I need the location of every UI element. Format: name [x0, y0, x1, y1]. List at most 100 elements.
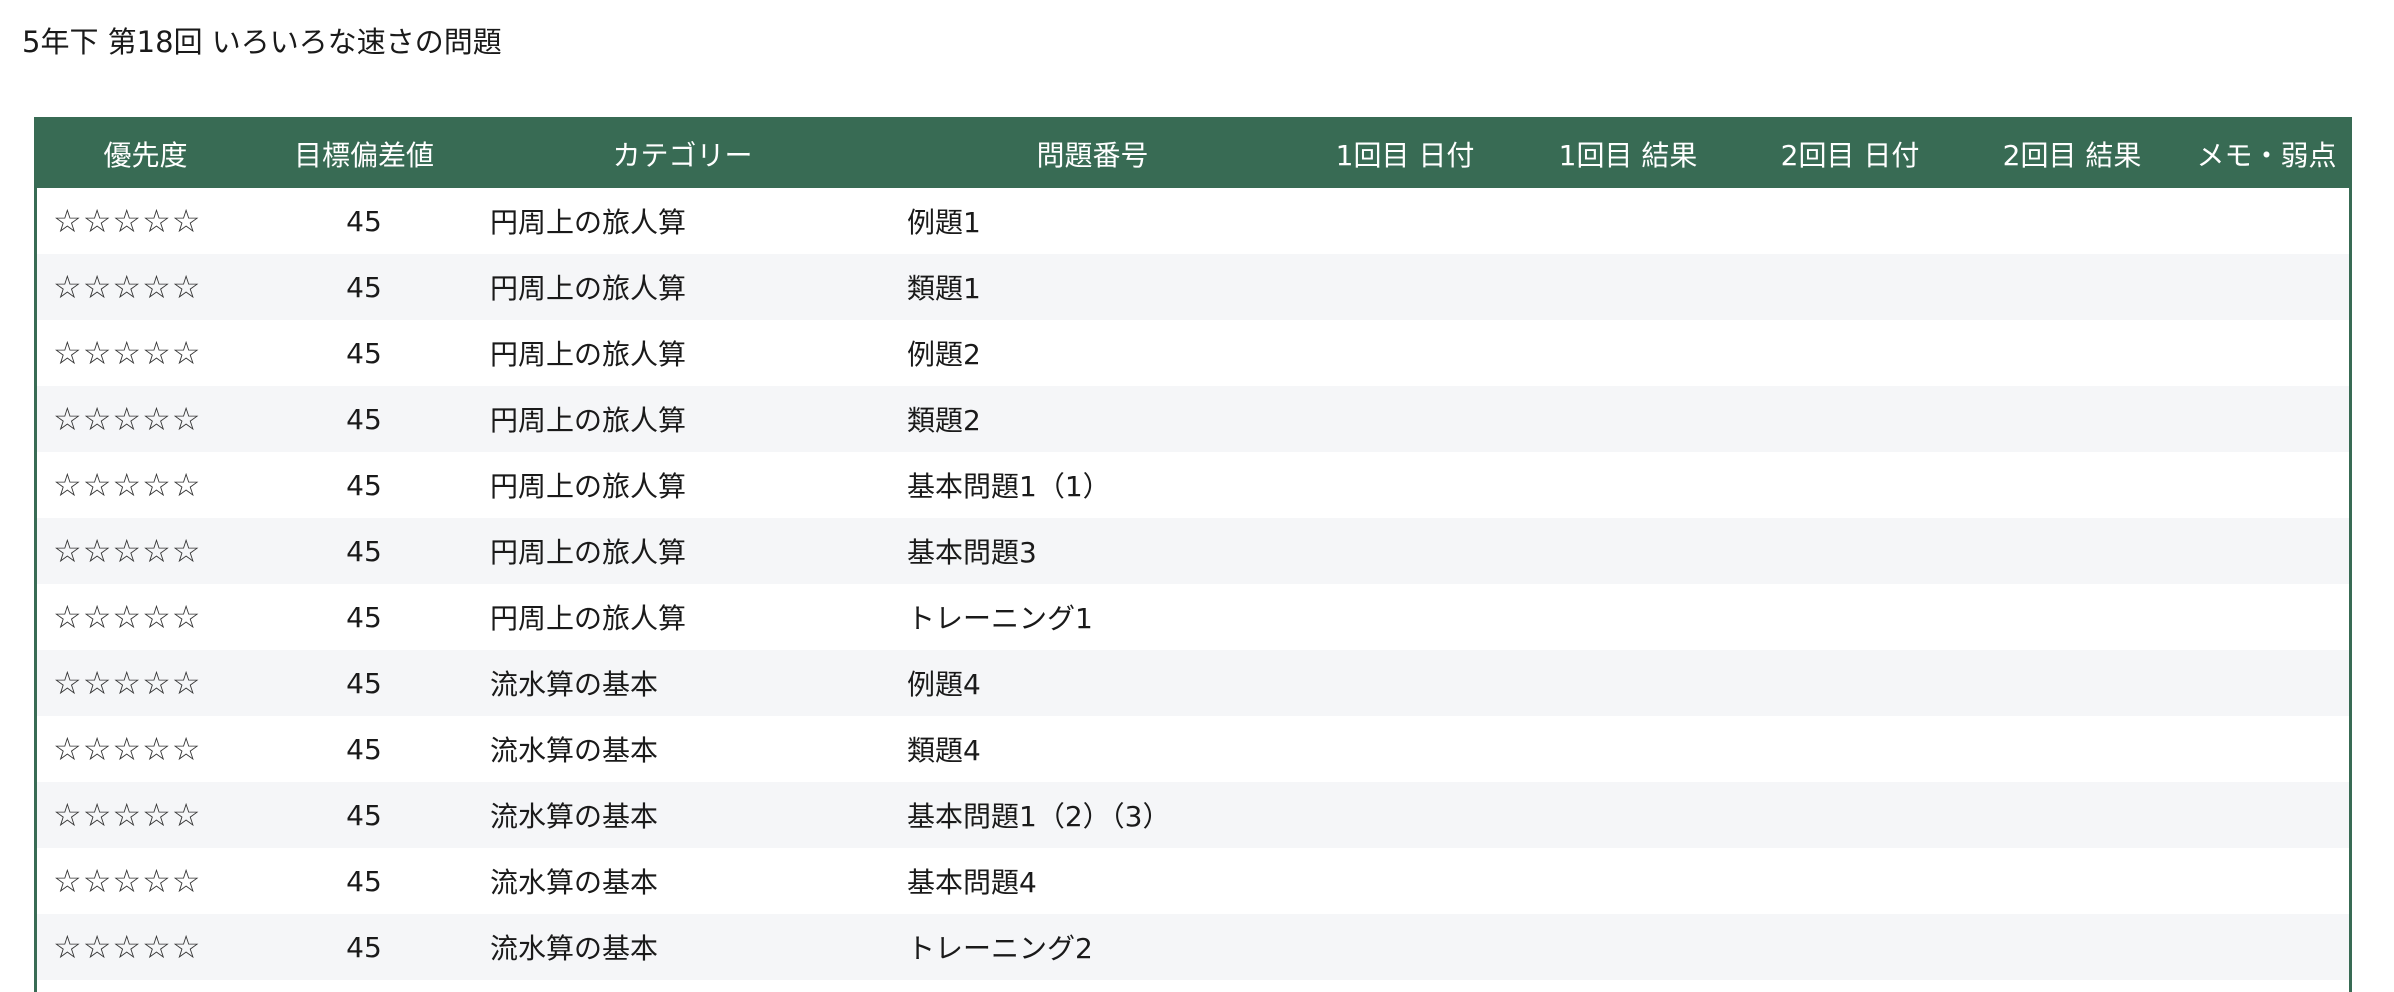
- second-result-cell[interactable]: [1960, 518, 2184, 584]
- table-row: ☆☆☆☆☆ 45 流水算の基本 例題4: [37, 650, 2349, 716]
- memo-cell[interactable]: [2184, 518, 2349, 584]
- first-date-cell[interactable]: [1294, 716, 1516, 782]
- priority-stars-cell[interactable]: ☆☆☆☆☆: [37, 584, 254, 650]
- first-date-cell[interactable]: [1294, 386, 1516, 452]
- target-deviation-cell: 45: [346, 204, 382, 238]
- column-header-memo[interactable]: メモ・弱点: [2184, 120, 2349, 188]
- second-result-cell[interactable]: [1960, 650, 2184, 716]
- table-row: ☆☆☆☆☆ 45 円周上の旅人算 例題1: [37, 188, 2349, 254]
- priority-stars-cell[interactable]: ☆☆☆☆☆: [37, 914, 254, 980]
- first-result-cell[interactable]: [1516, 584, 1740, 650]
- first-date-cell[interactable]: [1294, 320, 1516, 386]
- priority-stars-cell[interactable]: ☆☆☆☆☆: [37, 848, 254, 914]
- second-result-cell[interactable]: [1960, 716, 2184, 782]
- second-date-cell[interactable]: [1740, 848, 1960, 914]
- second-date-cell[interactable]: [1740, 188, 1960, 254]
- memo-cell[interactable]: [2184, 584, 2349, 650]
- memo-cell[interactable]: [2184, 452, 2349, 518]
- column-header-category[interactable]: カテゴリー: [474, 120, 891, 188]
- first-date-cell[interactable]: [1294, 518, 1516, 584]
- category-cell: 円周上の旅人算: [490, 338, 687, 371]
- second-result-cell[interactable]: [1960, 584, 2184, 650]
- priority-stars-cell[interactable]: ☆☆☆☆☆: [37, 518, 254, 584]
- target-deviation-cell: 45: [346, 270, 382, 304]
- priority-stars-cell[interactable]: ☆☆☆☆☆: [37, 452, 254, 518]
- first-date-cell[interactable]: [1294, 914, 1516, 980]
- problem-number-cell: 類題2: [907, 404, 981, 437]
- table-row: ☆☆☆☆☆ 45 流水算の基本 トレーニング2: [37, 914, 2349, 980]
- first-date-cell[interactable]: [1294, 848, 1516, 914]
- target-deviation-cell: 45: [346, 600, 382, 634]
- table-row: ☆☆☆☆☆ 45 円周上の旅人算 類題1: [37, 254, 2349, 320]
- second-date-cell[interactable]: [1740, 782, 1960, 848]
- second-date-cell[interactable]: [1740, 254, 1960, 320]
- column-header-problem-number[interactable]: 問題番号: [891, 120, 1294, 188]
- first-result-cell[interactable]: [1516, 518, 1740, 584]
- category-cell: 円周上の旅人算: [490, 404, 687, 437]
- memo-cell[interactable]: [2184, 716, 2349, 782]
- memo-cell[interactable]: [2184, 848, 2349, 914]
- column-header-first-result[interactable]: 1回目 結果: [1516, 120, 1740, 188]
- second-result-cell[interactable]: [1960, 782, 2184, 848]
- category-cell: 円周上の旅人算: [490, 206, 687, 239]
- priority-stars-cell[interactable]: ☆☆☆☆☆: [37, 254, 254, 320]
- priority-stars-cell[interactable]: ☆☆☆☆☆: [37, 782, 254, 848]
- second-date-cell[interactable]: [1740, 716, 1960, 782]
- problem-number-cell: トレーニング2: [907, 932, 1093, 965]
- priority-stars-cell[interactable]: ☆☆☆☆☆: [37, 716, 254, 782]
- page-title: 5年下 第18回 いろいろな速さの問題: [22, 25, 502, 59]
- second-date-cell[interactable]: [1740, 914, 1960, 980]
- first-result-cell[interactable]: [1516, 650, 1740, 716]
- first-result-cell[interactable]: [1516, 320, 1740, 386]
- first-result-cell[interactable]: [1516, 914, 1740, 980]
- category-cell: 円周上の旅人算: [490, 536, 687, 569]
- column-header-second-date[interactable]: 2回目 日付: [1740, 120, 1960, 188]
- target-deviation-cell: 45: [346, 798, 382, 832]
- first-date-cell[interactable]: [1294, 452, 1516, 518]
- second-date-cell[interactable]: [1740, 518, 1960, 584]
- first-date-cell[interactable]: [1294, 188, 1516, 254]
- memo-cell[interactable]: [2184, 650, 2349, 716]
- first-result-cell[interactable]: [1516, 452, 1740, 518]
- priority-stars-cell[interactable]: ☆☆☆☆☆: [37, 320, 254, 386]
- first-result-cell[interactable]: [1516, 386, 1740, 452]
- column-header-priority[interactable]: 優先度: [37, 120, 254, 188]
- problem-number-cell: 類題1: [907, 272, 981, 305]
- first-date-cell[interactable]: [1294, 650, 1516, 716]
- second-result-cell[interactable]: [1960, 914, 2184, 980]
- second-date-cell[interactable]: [1740, 584, 1960, 650]
- second-result-cell[interactable]: [1960, 320, 2184, 386]
- first-result-cell[interactable]: [1516, 716, 1740, 782]
- second-date-cell[interactable]: [1740, 452, 1960, 518]
- memo-cell[interactable]: [2184, 782, 2349, 848]
- priority-stars-cell[interactable]: ☆☆☆☆☆: [37, 650, 254, 716]
- problem-number-cell: 基本問題4: [907, 866, 1037, 899]
- memo-cell[interactable]: [2184, 914, 2349, 980]
- second-date-cell[interactable]: [1740, 650, 1960, 716]
- column-header-first-date[interactable]: 1回目 日付: [1294, 120, 1516, 188]
- memo-cell[interactable]: [2184, 386, 2349, 452]
- first-date-cell[interactable]: [1294, 584, 1516, 650]
- priority-stars-cell[interactable]: ☆☆☆☆☆: [37, 386, 254, 452]
- column-header-target-deviation[interactable]: 目標偏差値: [254, 120, 474, 188]
- column-header-second-result[interactable]: 2回目 結果: [1960, 120, 2184, 188]
- memo-cell[interactable]: [2184, 320, 2349, 386]
- first-result-cell[interactable]: [1516, 254, 1740, 320]
- second-result-cell[interactable]: [1960, 254, 2184, 320]
- category-cell: 円周上の旅人算: [490, 602, 687, 635]
- second-result-cell[interactable]: [1960, 452, 2184, 518]
- second-result-cell[interactable]: [1960, 386, 2184, 452]
- second-date-cell[interactable]: [1740, 386, 1960, 452]
- second-result-cell[interactable]: [1960, 848, 2184, 914]
- priority-stars-cell[interactable]: ☆☆☆☆☆: [37, 188, 254, 254]
- second-result-cell[interactable]: [1960, 188, 2184, 254]
- memo-cell[interactable]: [2184, 254, 2349, 320]
- first-result-cell[interactable]: [1516, 188, 1740, 254]
- second-date-cell[interactable]: [1740, 320, 1960, 386]
- first-result-cell[interactable]: [1516, 782, 1740, 848]
- first-result-cell[interactable]: [1516, 848, 1740, 914]
- first-date-cell[interactable]: [1294, 782, 1516, 848]
- first-date-cell[interactable]: [1294, 254, 1516, 320]
- memo-cell[interactable]: [2184, 188, 2349, 254]
- table-row: ☆☆☆☆☆ 45 円周上の旅人算 例題2: [37, 320, 2349, 386]
